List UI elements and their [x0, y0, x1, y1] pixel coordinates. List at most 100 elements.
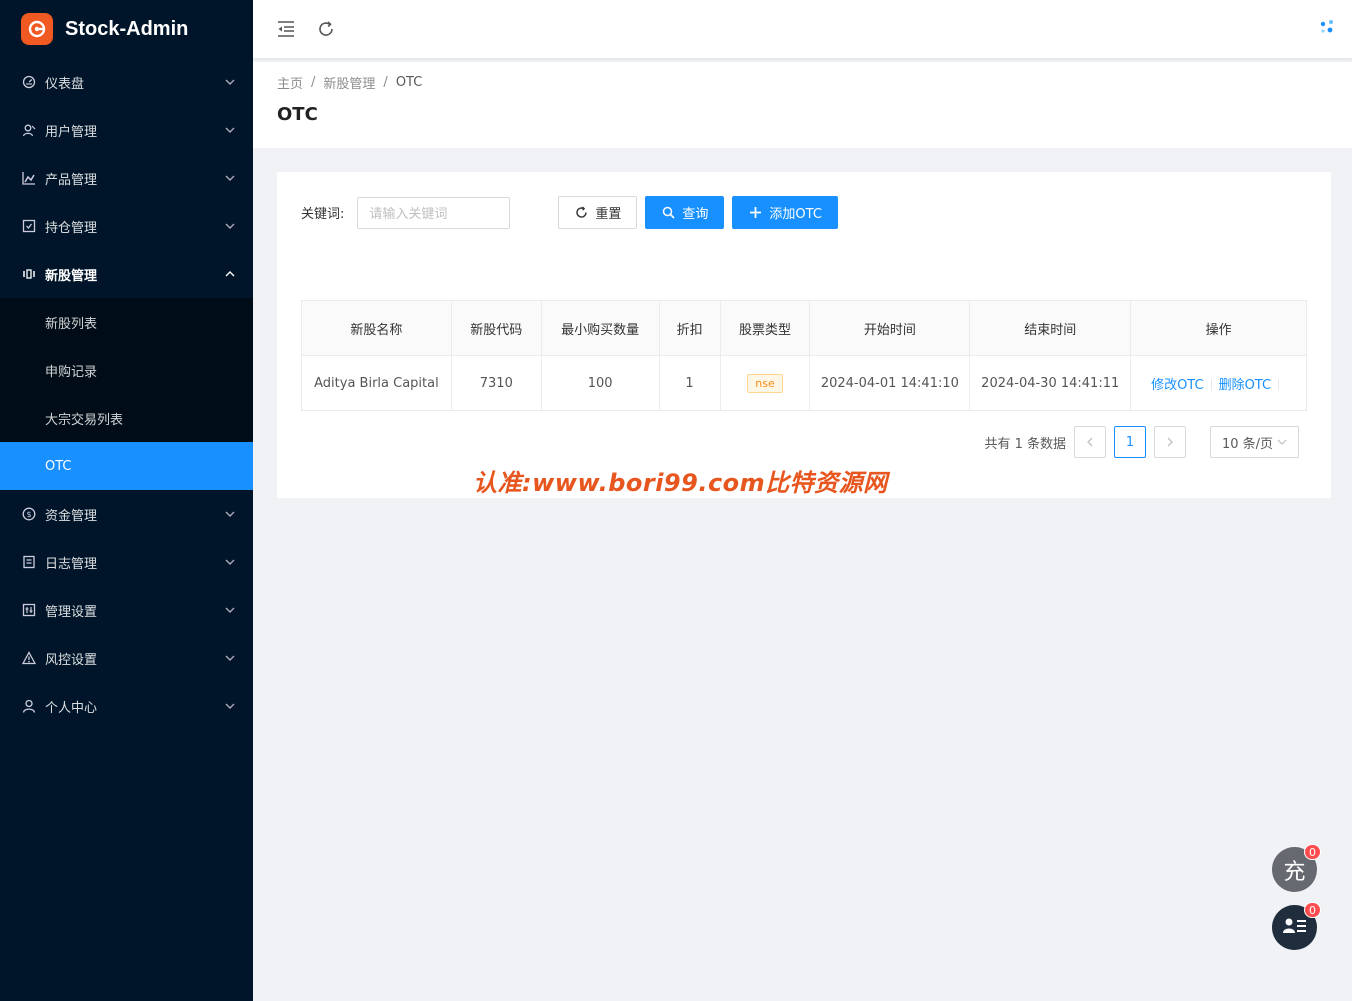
user-icon	[22, 699, 36, 713]
support-badge: 0	[1304, 902, 1321, 918]
refresh-icon[interactable]	[315, 18, 337, 40]
sidebar-item-dashboard[interactable]: 仪表盘	[0, 58, 253, 106]
page-size-select[interactable]: 10 条/页	[1210, 426, 1299, 458]
page-header: 主页 / 新股管理 / OTC OTC	[253, 62, 1352, 148]
logo-icon	[21, 13, 53, 45]
money-icon: $	[22, 507, 36, 521]
sidebar-item-block-trades[interactable]: 大宗交易列表	[0, 394, 253, 442]
sidebar-item-logs[interactable]: 日志管理	[0, 538, 253, 586]
sidebar-item-users[interactable]: 用户管理	[0, 106, 253, 154]
breadcrumb-home[interactable]: 主页	[277, 73, 303, 92]
app-title: Stock-Admin	[65, 17, 189, 40]
breadcrumb: 主页 / 新股管理 / OTC	[277, 73, 1328, 92]
sidebar-item-profile[interactable]: 个人中心	[0, 682, 253, 730]
logo[interactable]: Stock-Admin	[0, 0, 253, 58]
page-size-value: 10 条/页	[1222, 436, 1274, 452]
sidebar-item-label: 用户管理	[45, 124, 98, 140]
sidebar-item-label: 新股管理	[45, 268, 98, 284]
svg-text:$: $	[26, 510, 31, 519]
sidebar-item-funds[interactable]: $ 资金管理	[0, 490, 253, 538]
table-header-row: 新股名称 新股代码 最小购买数量 折扣 股票类型 开始时间 结束时间 操作	[301, 300, 1307, 356]
sidebar-item-label: 资金管理	[45, 508, 98, 524]
chevron-down-icon	[225, 653, 235, 663]
column-header: 结束时间	[969, 300, 1132, 356]
breadcrumb-parent[interactable]: 新股管理	[323, 73, 375, 92]
page-title: OTC	[277, 104, 318, 125]
top-header	[253, 0, 1352, 58]
keyword-label: 关键词:	[301, 207, 345, 222]
chevron-up-icon	[225, 269, 235, 279]
chevron-down-icon	[1277, 439, 1287, 445]
submenu-ipo: 新股列表 申购记录 大宗交易列表 OTC	[0, 298, 253, 490]
sidebar-item-label: 日志管理	[45, 556, 98, 572]
chevron-down-icon	[225, 509, 235, 519]
chevron-right-icon	[1167, 437, 1173, 447]
menu-fold-icon[interactable]	[275, 18, 297, 40]
otc-table: 新股名称 新股代码 最小购买数量 折扣 股票类型 开始时间 结束时间 操作 Ad…	[301, 300, 1307, 411]
add-otc-label: 添加OTC	[769, 207, 822, 222]
sidebar-item-label: 风控设置	[45, 652, 98, 668]
chevron-down-icon	[225, 77, 235, 87]
cell-start-time: 2024-04-01 14:41:10	[809, 355, 971, 411]
column-header: 股票类型	[719, 300, 811, 356]
edit-otc-link[interactable]: 修改OTC	[1151, 378, 1204, 393]
breadcrumb-separator: /	[383, 74, 388, 90]
ipo-icon	[22, 267, 36, 281]
action-divider	[1278, 379, 1280, 391]
sidebar-item-label: 持仓管理	[45, 220, 98, 236]
column-header: 新股代码	[450, 300, 542, 356]
sidebar-item-admin-settings[interactable]: 管理设置	[0, 586, 253, 634]
sidebar: Stock-Admin 仪表盘 用户管理 产品管理 持仓管理 新股管理 新股列表…	[0, 0, 253, 1001]
recharge-float-button[interactable]: 充 0	[1272, 844, 1321, 892]
warning-icon	[22, 651, 36, 665]
sidebar-item-label: 个人中心	[45, 700, 98, 716]
column-header: 开始时间	[809, 300, 971, 356]
pagination: 共有 1 条数据 1 10 条/页	[984, 426, 1299, 458]
column-header: 最小购买数量	[540, 300, 660, 356]
sidebar-item-products[interactable]: 产品管理	[0, 154, 253, 202]
sidebar-item-label: 仪表盘	[45, 76, 85, 92]
sidebar-item-label: 产品管理	[45, 172, 98, 188]
reset-button[interactable]: 重置	[558, 196, 638, 229]
cell-discount: 1	[658, 355, 721, 411]
support-list-icon	[1282, 916, 1308, 940]
sidebar-item-risk-settings[interactable]: 风控设置	[0, 634, 253, 682]
stock-type-tag: nse	[747, 373, 783, 393]
delete-otc-link[interactable]: 删除OTC	[1219, 378, 1272, 393]
recharge-label: 充	[1283, 859, 1306, 885]
cell-name: Aditya Birla Capital	[301, 355, 452, 411]
cell-actions: 修改OTC 删除OTC	[1130, 355, 1307, 411]
table-row: Aditya Birla Capital 7310 100 1 nse 2024…	[301, 355, 1307, 411]
search-icon	[661, 206, 675, 220]
keyword-input[interactable]: 请输入关键词	[357, 196, 511, 229]
sidebar-item-otc[interactable]: OTC	[0, 442, 253, 490]
chevron-down-icon	[225, 701, 235, 711]
watermark-text: 认准:www.bori99.com比特资源网	[473, 469, 888, 497]
sidebar-item-ipo-list[interactable]: 新股列表	[0, 298, 253, 346]
reset-label: 重置	[595, 207, 622, 222]
pagination-total: 共有 1 条数据	[984, 436, 1066, 452]
cell-end-time: 2024-04-30 14:41:11	[969, 355, 1132, 411]
search-button[interactable]: 查询	[645, 196, 725, 229]
chevron-down-icon	[225, 557, 235, 567]
reload-icon	[574, 206, 588, 220]
support-float-button[interactable]: 0	[1272, 902, 1321, 950]
next-page-button[interactable]	[1154, 426, 1186, 458]
users-icon	[22, 123, 36, 137]
dashboard-icon	[22, 75, 36, 89]
chevron-down-icon	[225, 173, 235, 183]
loading-dots-icon	[1318, 18, 1336, 36]
page-button-current[interactable]: 1	[1114, 426, 1146, 458]
sidebar-item-label: 管理设置	[45, 604, 98, 620]
chevron-down-icon	[225, 221, 235, 231]
chevron-down-icon	[225, 605, 235, 615]
sidebar-item-ipo[interactable]: 新股管理	[0, 250, 253, 298]
position-icon	[22, 219, 36, 233]
cell-code: 7310	[450, 355, 542, 411]
sidebar-item-subscriptions[interactable]: 申购记录	[0, 346, 253, 394]
cell-min-qty: 100	[540, 355, 660, 411]
prev-page-button[interactable]	[1074, 426, 1106, 458]
add-otc-button[interactable]: 添加OTC	[732, 196, 838, 229]
plus-icon	[748, 206, 762, 220]
sidebar-item-positions[interactable]: 持仓管理	[0, 202, 253, 250]
